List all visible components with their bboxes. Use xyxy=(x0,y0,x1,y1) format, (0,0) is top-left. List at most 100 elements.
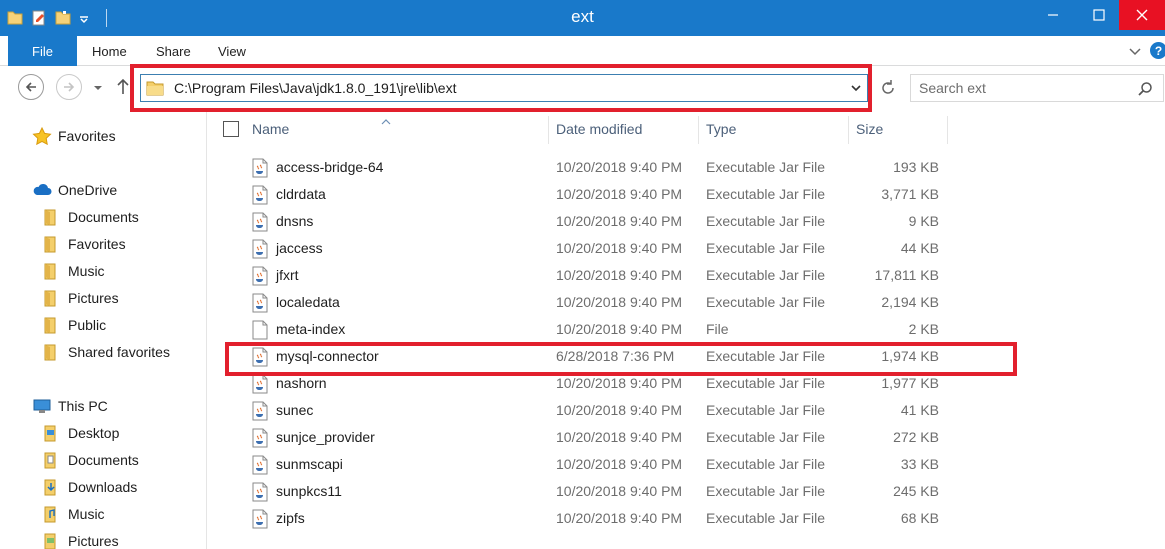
file-name[interactable]: sunmscapi xyxy=(276,456,343,472)
column-header-date[interactable]: Date modified xyxy=(556,112,642,146)
folder-icon xyxy=(42,316,62,334)
file-name[interactable]: jaccess xyxy=(276,240,323,256)
column-header-type[interactable]: Type xyxy=(706,112,736,146)
file-row[interactable]: jaccess 10/20/2018 9:40 PM Executable Jar … xyxy=(208,235,1165,262)
nav-onedrive-favorites[interactable]: Favorites xyxy=(42,233,126,255)
file-type: Executable Jar File xyxy=(706,456,826,472)
nav-music[interactable]: Music xyxy=(42,503,105,525)
file-row[interactable]: zipfs 10/20/2018 9:40 PM Executable Jar Fi… xyxy=(208,505,1165,532)
file-row[interactable]: sunpkcs11 10/20/2018 9:40 PM Executable Ja… xyxy=(208,478,1165,505)
nav-pictures[interactable]: Pictures xyxy=(42,530,119,549)
file-type: Executable Jar File xyxy=(706,429,826,445)
file-name[interactable]: localedata xyxy=(276,294,340,310)
search-icon[interactable] xyxy=(1137,81,1153,97)
help-icon[interactable]: ? xyxy=(1150,42,1165,59)
file-name[interactable]: meta-index xyxy=(276,321,345,337)
file-row[interactable]: sunjce_provider 10/20/2018 9:40 PM Executa… xyxy=(208,424,1165,451)
back-button[interactable] xyxy=(18,74,44,100)
title-bar: ext xyxy=(0,0,1165,36)
nav-desktop[interactable]: Desktop xyxy=(42,422,119,444)
file-row[interactable]: access-bridge-64 10/20/2018 9:40 PM Execut… xyxy=(208,154,1165,181)
address-path[interactable]: C:\Program Files\Java\jdk1.8.0_191\jre\l… xyxy=(174,80,456,96)
jar-icon xyxy=(251,455,269,475)
nav-onedrive-shared-favorites[interactable]: Shared favorites xyxy=(42,341,170,363)
nav-favorites[interactable]: Favorites xyxy=(32,125,116,147)
nav-this-pc[interactable]: This PC xyxy=(32,395,108,417)
file-name[interactable]: mysql-connector xyxy=(276,348,379,364)
file-row[interactable]: dnsns 10/20/2018 9:40 PM Executable Jar Fi… xyxy=(208,208,1165,235)
minimize-button[interactable] xyxy=(1030,0,1076,30)
file-row[interactable]: cldrdata 10/20/2018 9:40 PM Executable Jar… xyxy=(208,181,1165,208)
pictures-folder-icon xyxy=(42,532,62,549)
nav-onedrive[interactable]: OneDrive xyxy=(32,179,117,201)
nav-onedrive-music[interactable]: Music xyxy=(42,260,105,282)
file-name[interactable]: dnsns xyxy=(276,213,313,229)
column-header-size[interactable]: Size xyxy=(856,112,883,146)
column-divider[interactable] xyxy=(848,116,849,144)
nav-label: Pictures xyxy=(68,290,119,306)
maximize-button[interactable] xyxy=(1076,0,1122,30)
nav-onedrive-pictures[interactable]: Pictures xyxy=(42,287,119,309)
recent-locations-icon[interactable] xyxy=(92,81,104,93)
folder-icon xyxy=(42,235,62,253)
search-box[interactable] xyxy=(910,74,1164,102)
file-list: Name Date modified Type Size access-brid… xyxy=(208,112,1165,549)
sort-ascending-icon xyxy=(381,112,391,125)
file-size: 2,194 KB xyxy=(881,294,939,310)
tab-view[interactable]: View xyxy=(218,44,246,59)
nav-label: Public xyxy=(68,317,107,333)
cloud-icon xyxy=(32,181,52,199)
file-type: Executable Jar File xyxy=(706,402,826,418)
file-name[interactable]: sunpkcs11 xyxy=(276,483,342,499)
file-name[interactable]: jfxrt xyxy=(276,267,299,283)
tab-share[interactable]: Share xyxy=(156,44,191,59)
nav-documents[interactable]: Documents xyxy=(42,449,139,471)
documents-folder-icon xyxy=(42,451,62,469)
close-button[interactable] xyxy=(1119,0,1165,30)
column-divider[interactable] xyxy=(698,116,699,144)
forward-button[interactable] xyxy=(56,74,82,100)
expand-ribbon-icon[interactable] xyxy=(1128,44,1142,58)
file-size: 272 KB xyxy=(893,429,939,445)
file-name[interactable]: sunec xyxy=(276,402,313,418)
file-row[interactable]: sunmscapi 10/20/2018 9:40 PM Executable Ja… xyxy=(208,451,1165,478)
file-row[interactable]: sunec 10/20/2018 9:40 PM Executable Jar Fi… xyxy=(208,397,1165,424)
address-bar[interactable]: C:\Program Files\Java\jdk1.8.0_191\jre\l… xyxy=(140,74,868,102)
file-name[interactable]: zipfs xyxy=(276,510,305,526)
file-name[interactable]: sunjce_provider xyxy=(276,429,375,445)
file-name[interactable]: nashorn xyxy=(276,375,327,391)
search-input[interactable] xyxy=(919,80,1119,96)
nav-label: Pictures xyxy=(68,533,119,549)
column-header-name[interactable]: Name xyxy=(252,112,289,146)
file-type: Executable Jar File xyxy=(706,375,826,391)
chevron-down-icon[interactable] xyxy=(849,81,863,95)
file-date-modified: 10/20/2018 9:40 PM xyxy=(556,375,683,391)
nav-downloads[interactable]: Downloads xyxy=(42,476,137,498)
file-date-modified: 10/20/2018 9:40 PM xyxy=(556,213,683,229)
file-row[interactable]: jfxrt 10/20/2018 9:40 PM Executable Jar Fi… xyxy=(208,262,1165,289)
tab-file[interactable]: File xyxy=(8,36,77,66)
up-arrow-icon[interactable] xyxy=(115,76,131,96)
file-row[interactable]: mysql-connector 6/28/2018 7:36 PM Executab… xyxy=(208,343,1165,370)
file-size: 1,977 KB xyxy=(881,375,939,391)
file-row[interactable]: localedata 10/20/2018 9:40 PM Executable J… xyxy=(208,289,1165,316)
tab-home[interactable]: Home xyxy=(92,44,127,59)
file-size: 44 KB xyxy=(900,240,939,256)
file-row[interactable]: meta-index 10/20/2018 9:40 PM File 2 KB xyxy=(208,316,1165,343)
file-row[interactable]: nashorn 10/20/2018 9:40 PM Executable Jar … xyxy=(208,370,1165,397)
file-size: 41 KB xyxy=(900,402,939,418)
refresh-icon[interactable] xyxy=(878,78,898,98)
file-name[interactable]: access-bridge-64 xyxy=(276,159,383,175)
file-date-modified: 10/20/2018 9:40 PM xyxy=(556,321,683,337)
file-size: 2 KB xyxy=(908,321,939,337)
file-name[interactable]: cldrdata xyxy=(276,186,326,202)
select-all-checkbox[interactable] xyxy=(223,121,239,137)
column-divider[interactable] xyxy=(947,116,948,144)
file-type: Executable Jar File xyxy=(706,483,826,499)
file-type: Executable Jar File xyxy=(706,213,826,229)
file-type: Executable Jar File xyxy=(706,159,826,175)
nav-label: Music xyxy=(68,506,105,522)
nav-onedrive-public[interactable]: Public xyxy=(42,314,106,336)
nav-onedrive-documents[interactable]: Documents xyxy=(42,206,139,228)
column-divider[interactable] xyxy=(548,116,549,144)
